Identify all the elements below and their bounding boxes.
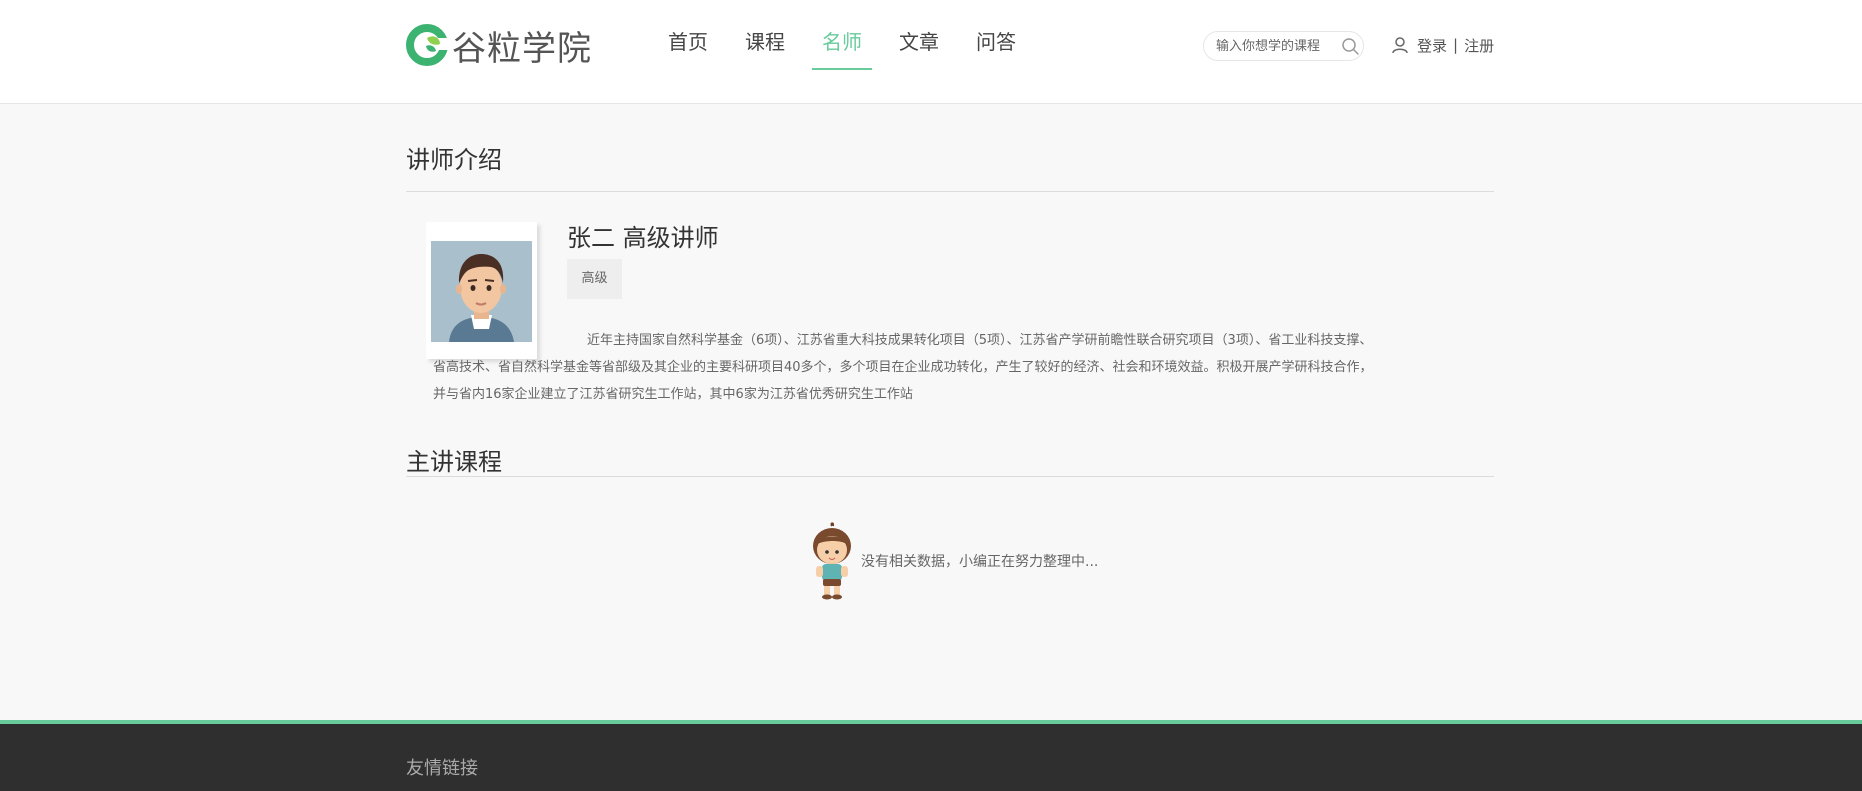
nav-courses[interactable]: 课程 <box>745 0 785 70</box>
courses-section-divider <box>406 476 1494 477</box>
teacher-section-divider <box>406 191 1494 192</box>
teacher-name: 张二 高级讲师 <box>567 224 719 252</box>
level-badge: 高级 <box>567 259 622 299</box>
nav-home[interactable]: 首页 <box>668 0 708 70</box>
nav-articles[interactable]: 文章 <box>899 0 939 70</box>
register-link[interactable]: 注册 <box>1464 35 1494 56</box>
teacher-intro: 近年主持国家自然科学基金（6项）、江苏省重大科技成果转化项目（5项）、江苏省产学… <box>433 327 1377 408</box>
teacher-section-title: 讲师介绍 <box>406 146 502 174</box>
search-icon[interactable] <box>1340 36 1360 56</box>
site-footer: 友情链接 <box>0 724 1862 791</box>
main-nav: 首页 课程 名师 文章 问答 <box>668 0 1053 104</box>
site-logo[interactable]: 谷粒学院 <box>406 22 592 69</box>
search-input[interactable] <box>1216 38 1336 54</box>
auth-links: 登录 | 注册 <box>1391 34 1494 56</box>
nav-teachers[interactable]: 名师 <box>812 0 872 70</box>
login-link[interactable]: 登录 <box>1417 35 1447 56</box>
empty-state-text: 没有相关数据，小编正在努力整理中... <box>861 554 1099 570</box>
teacher-intro-text: 近年主持国家自然科学基金（6项）、江苏省重大科技成果转化项目（5项）、江苏省产学… <box>433 333 1373 402</box>
logo-icon <box>406 24 448 66</box>
auth-separator: | <box>1453 36 1459 54</box>
nav-qa[interactable]: 问答 <box>976 0 1016 70</box>
logo-text: 谷粒学院 <box>452 28 592 69</box>
search-box <box>1203 31 1364 61</box>
user-icon <box>1392 37 1408 54</box>
courses-section-title: 主讲课程 <box>406 448 502 476</box>
friend-links-title: 友情链接 <box>406 758 478 779</box>
empty-state: 没有相关数据，小编正在努力整理中... <box>810 522 1098 600</box>
empty-kid-icon <box>813 522 851 600</box>
